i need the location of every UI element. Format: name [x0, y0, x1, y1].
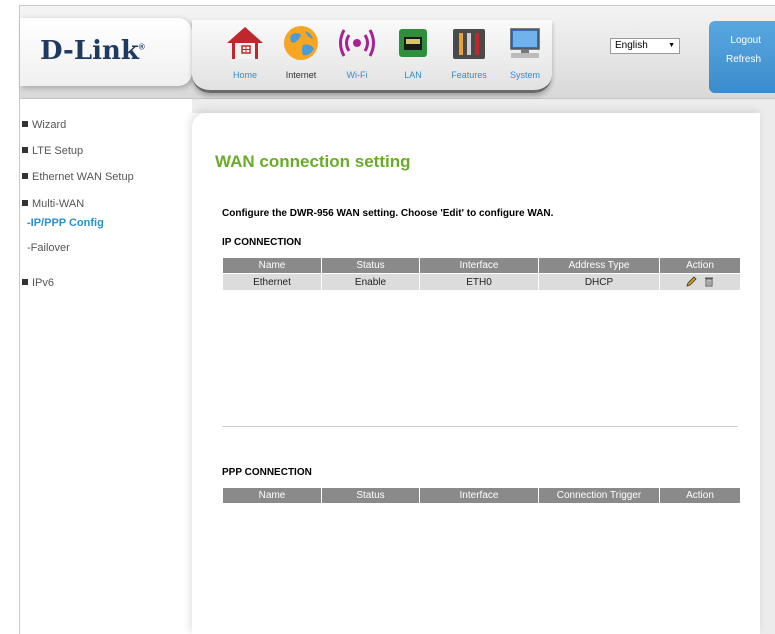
column-header: Status	[321, 257, 420, 274]
nav-internet-label: Internet	[285, 70, 317, 80]
nav-lan[interactable]: LAN	[386, 20, 440, 90]
nav-features-label: Features	[451, 70, 487, 80]
column-header: Action	[659, 487, 741, 504]
tools-icon	[453, 29, 485, 59]
delete-trash-icon[interactable]	[704, 276, 714, 287]
ppp-connection-table: Name Status Interface Connection Trigger…	[222, 487, 741, 504]
ip-connection-title: IP CONNECTION	[222, 237, 302, 248]
language-select[interactable]: English ▼	[610, 38, 680, 54]
sidebar-item-multi-wan[interactable]: Multi-WAN	[22, 198, 84, 210]
table-row: Ethernet Enable ETH0 DHCP	[222, 273, 741, 291]
column-header: Interface	[419, 257, 539, 274]
cell-name: Ethernet	[222, 273, 322, 291]
sidebar-item-ipv6[interactable]: IPv6	[22, 277, 54, 289]
sidebar-item-wizard[interactable]: Wizard	[22, 119, 66, 131]
bullet-icon	[22, 173, 28, 179]
section-divider	[222, 426, 738, 427]
nav-home[interactable]: Home	[218, 20, 272, 90]
ppp-connection-title: PPP CONNECTION	[222, 467, 312, 478]
sidebar-sub-failover[interactable]: -Failover	[27, 242, 70, 254]
table-header-row: Name Status Interface Address Type Actio…	[222, 257, 741, 274]
edit-pencil-icon[interactable]	[686, 276, 697, 288]
sidebar-item-lte-setup[interactable]: LTE Setup	[22, 145, 83, 157]
content-right-band	[760, 99, 775, 634]
refresh-link[interactable]: Refresh	[726, 54, 761, 65]
column-header: Address Type	[538, 257, 660, 274]
column-header: Action	[659, 257, 741, 274]
cell-interface: ETH0	[419, 273, 539, 291]
computer-icon	[510, 28, 540, 58]
nav-wifi-label: Wi-Fi	[346, 70, 368, 80]
account-panel: Logout Refresh	[709, 21, 775, 93]
column-header: Interface	[419, 487, 539, 504]
lan-icon	[399, 29, 427, 57]
nav-features[interactable]: Features	[442, 20, 496, 90]
nav-system-label: System	[509, 70, 540, 80]
content-top-band	[192, 99, 775, 113]
nav-internet[interactable]: Internet	[274, 20, 328, 90]
column-header: Name	[222, 257, 322, 274]
router-admin-page: D-Link® Home Internet Wi-Fi LAN Features…	[0, 0, 775, 634]
nav-lan-label: LAN	[404, 70, 422, 80]
main-nav: Home Internet Wi-Fi LAN Features System	[192, 20, 552, 93]
bullet-icon	[22, 279, 28, 285]
nav-system[interactable]: System	[498, 20, 552, 90]
column-header: Connection Trigger	[538, 487, 660, 504]
cell-status: Enable	[321, 273, 420, 291]
bullet-icon	[22, 200, 28, 206]
cell-action	[659, 273, 741, 291]
wifi-icon	[339, 29, 375, 57]
ip-connection-table: Name Status Interface Address Type Actio…	[222, 257, 741, 291]
sidebar-item-label: LTE Setup	[32, 145, 84, 157]
sidebar-item-label: Ethernet WAN Setup	[32, 171, 134, 183]
nav-home-label: Home	[232, 70, 257, 80]
logo-panel: D-Link®	[20, 18, 192, 86]
sidebar-item-label: Multi-WAN	[32, 198, 85, 210]
main-content-panel	[192, 113, 760, 634]
globe-icon	[284, 26, 318, 60]
logout-link[interactable]: Logout	[730, 35, 761, 46]
bullet-icon	[22, 121, 28, 127]
sidebar-item-ethernet-wan-setup[interactable]: Ethernet WAN Setup	[22, 171, 134, 183]
table-header-row: Name Status Interface Connection Trigger…	[222, 487, 741, 504]
column-header: Name	[222, 487, 322, 504]
cell-address-type: DHCP	[538, 273, 660, 291]
sidebar-item-label: Wizard	[32, 119, 67, 131]
column-header: Status	[321, 487, 420, 504]
page-title: WAN connection setting	[215, 152, 411, 171]
bullet-icon	[22, 147, 28, 153]
sidebar-sub-ip-ppp-config[interactable]: -IP/PPP Config	[27, 217, 104, 229]
top-border	[19, 5, 775, 6]
page-description: Configure the DWR-956 WAN setting. Choos…	[222, 208, 554, 219]
dlink-logo: D-Link®	[40, 36, 145, 66]
home-icon	[227, 27, 263, 59]
dropdown-arrow-icon: ▼	[668, 42, 675, 49]
language-select-value: English	[615, 40, 648, 51]
sidebar-item-label: IPv6	[32, 277, 55, 289]
nav-wifi[interactable]: Wi-Fi	[330, 20, 384, 90]
